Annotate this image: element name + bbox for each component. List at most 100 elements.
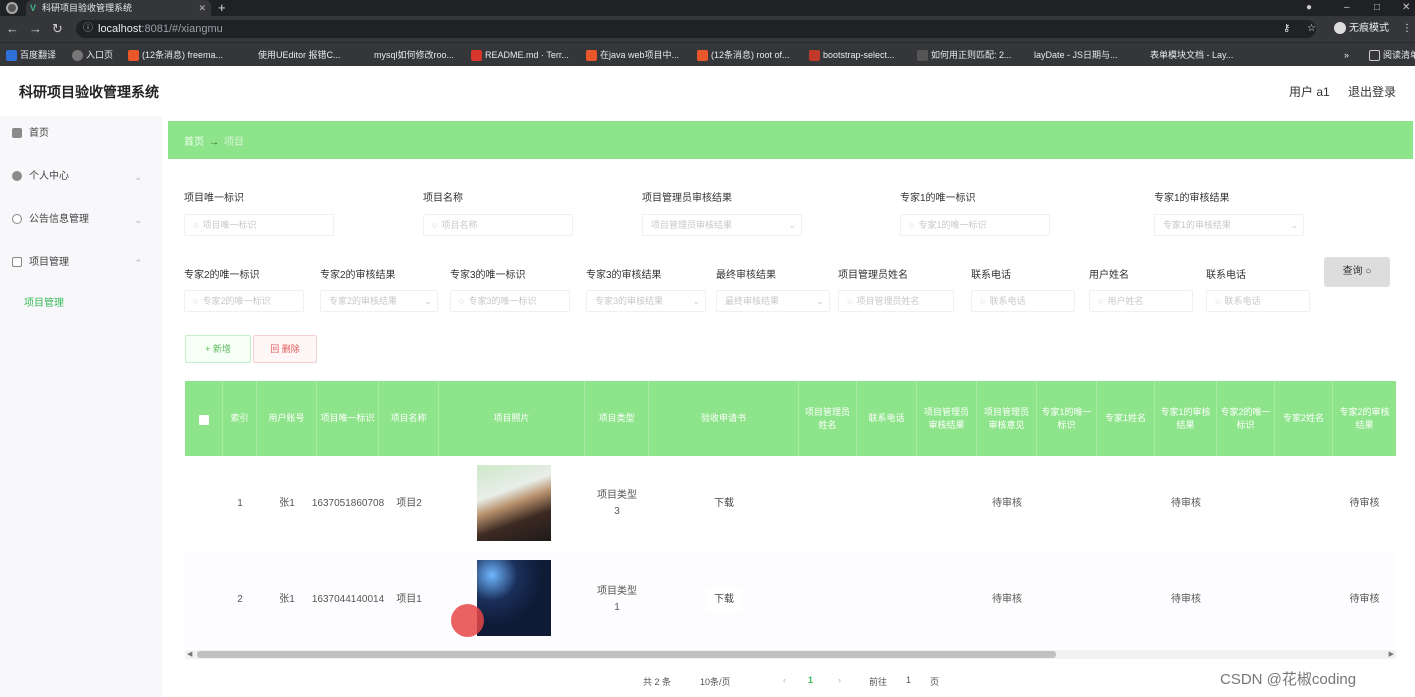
download-button[interactable]: 下载 (706, 588, 742, 612)
menu-icon[interactable]: ⋮ (1402, 20, 1412, 38)
reading-list-label: 阅读清单 (1383, 50, 1415, 60)
select-all-cell[interactable] (185, 381, 223, 456)
bookmark-item[interactable]: bootstrap-select... (809, 43, 895, 67)
column-header[interactable]: 验收申请书 (649, 381, 799, 456)
browser-profile-icon[interactable] (6, 2, 18, 14)
sidebar-item-project-management[interactable]: 项目管理 ⌃ (12, 253, 152, 273)
column-header[interactable]: 专家2的审核结果 (1333, 381, 1396, 456)
bookmark-item[interactable]: layDate - JS日期与... (1034, 43, 1118, 67)
incognito-indicator[interactable]: 无痕模式 (1334, 20, 1389, 38)
page-size-select[interactable]: 10条/页 (700, 675, 731, 688)
column-header[interactable]: 联系电话 (857, 381, 917, 456)
chevron-down-icon: ⌄ (134, 172, 142, 182)
filter-select-expert1-result[interactable]: 专家1的审核结果 ⌄ (1154, 214, 1304, 236)
tab-close-icon[interactable]: ✕ (198, 0, 206, 16)
column-header[interactable]: 项目管理员姓名 (799, 381, 857, 456)
logout-button[interactable]: 退出登录 (1348, 83, 1396, 100)
table-row[interactable]: 1 张1 1637051860708 项目2 项目类型3 下载 待审核 待审核 … (185, 456, 1396, 552)
column-header[interactable]: 项目名称 (379, 381, 439, 456)
filter-select-expert2-result[interactable]: 专家2的审核结果 ⌄ (320, 290, 438, 312)
filter-label: 项目管理员姓名 (838, 270, 908, 281)
filter-input-expert2-id[interactable]: ○ 专家2的唯一标识 (184, 290, 304, 312)
column-header[interactable]: 专家2姓名 (1275, 381, 1333, 456)
filter-input-admin-phone[interactable]: ○ 联系电话 (971, 290, 1075, 312)
filter-input-expert1-id[interactable]: ○ 专家1的唯一标识 (900, 214, 1050, 236)
profile-icon[interactable]: ● (1306, 0, 1312, 16)
bookmarks-bar: 百度翻译 入口页 (12条消息) freema... 使用UEditor 报错C… (0, 42, 1415, 66)
chevron-down-icon: ⌄ (788, 220, 796, 230)
table-horizontal-scrollbar[interactable]: ◀ ▶ (185, 650, 1396, 659)
input-prefix-icon: ○ (459, 296, 465, 306)
bookmark-item[interactable]: 入口页 (72, 43, 113, 67)
new-tab-icon[interactable]: + (218, 0, 226, 16)
bookmark-item[interactable]: (12条消息) freema... (128, 43, 223, 67)
filter-input-user-phone[interactable]: ○ 联系电话 (1206, 290, 1310, 312)
filter-input-user-name[interactable]: ○ 用户姓名 (1089, 290, 1193, 312)
reading-list-item[interactable]: 阅读清单 (1369, 43, 1415, 67)
query-button[interactable]: 查询 ○ (1324, 257, 1390, 287)
sidebar-subitem-project-management[interactable]: 项目管理 (24, 294, 64, 309)
column-header[interactable]: 项目管理员审核结果 (917, 381, 977, 456)
bookmark-item[interactable]: 如何用正则匹配: 2... (917, 43, 1012, 67)
window-close-icon[interactable]: ✕ (1402, 0, 1410, 16)
next-page-icon[interactable]: › (838, 675, 841, 685)
column-header[interactable]: 项目唯一标识 (317, 381, 379, 456)
scroll-right-icon[interactable]: ▶ (1389, 650, 1394, 659)
filter-input-admin-name[interactable]: ○ 项目管理员姓名 (838, 290, 954, 312)
column-header[interactable]: 专家1的审核结果 (1155, 381, 1217, 456)
app-title: 科研项目验收管理系统 (19, 84, 159, 100)
prev-page-icon[interactable]: ‹ (783, 675, 786, 685)
back-icon[interactable]: ← (6, 20, 19, 38)
bookmark-item[interactable]: (12条消息) root of... (697, 43, 790, 67)
scroll-left-icon[interactable]: ◀ (187, 650, 192, 659)
more-bookmarks-icon[interactable]: » (1344, 43, 1349, 67)
delete-button[interactable]: 回 删除 (253, 335, 317, 363)
minimize-icon[interactable]: – (1344, 0, 1350, 16)
project-photo[interactable] (477, 560, 551, 636)
column-header[interactable]: 项目管理员审核意见 (977, 381, 1037, 456)
column-header[interactable]: 专家1的唯一标识 (1037, 381, 1097, 456)
filter-select-admin-result[interactable]: 项目管理员审核结果 ⌄ (642, 214, 802, 236)
bookmark-item[interactable]: 表单模块文档 - Lay... (1150, 43, 1233, 67)
column-header[interactable]: 专家2的唯一标识 (1217, 381, 1275, 456)
bookmark-item[interactable]: README.md · Terr... (471, 43, 569, 67)
filter-input-project-id[interactable]: ○ 项目唯一标识 (184, 214, 334, 236)
sidebar-item-personal-center[interactable]: 个人中心 ⌄ (12, 167, 152, 187)
bookmark-item[interactable]: 使用UEditor 报错C... (258, 43, 341, 67)
table-row[interactable]: 2 张1 1637044140014 项目1 项目类型1 下载 待审核 待审核 … (185, 552, 1396, 648)
column-header[interactable]: 专家1姓名 (1097, 381, 1155, 456)
forward-icon[interactable]: → (29, 20, 42, 38)
sidebar-item-home[interactable]: 首页 (12, 124, 152, 144)
sidebar-item-notice-management[interactable]: 公告信息管理 ⌄ (12, 210, 152, 230)
maximize-icon[interactable]: □ (1374, 0, 1380, 16)
bookmark-star-icon[interactable]: ☆ (1307, 20, 1316, 38)
column-header[interactable]: 索引 (223, 381, 257, 456)
add-button[interactable]: + 新增 (185, 335, 251, 363)
bookmark-label: mysql如何修改roo... (374, 50, 455, 60)
filter-input-expert3-id[interactable]: ○ 专家3的唯一标识 (450, 290, 570, 312)
column-header[interactable]: 项目照片 (439, 381, 585, 456)
bookmark-item[interactable]: 百度翻译 (6, 43, 56, 67)
scrollbar-thumb[interactable] (197, 651, 1056, 658)
select-all-checkbox[interactable] (199, 415, 209, 425)
bookmark-icon (586, 50, 597, 62)
bookmark-item[interactable]: 在java web项目中... (586, 43, 679, 67)
key-icon[interactable]: ⚷ (1283, 20, 1290, 38)
filter-select-final-result[interactable]: 最终审核结果 ⌄ (716, 290, 830, 312)
column-header[interactable]: 项目类型 (585, 381, 649, 456)
download-button[interactable]: 下载 (706, 492, 742, 516)
goto-page-input[interactable]: 1 (906, 675, 911, 685)
project-photo[interactable] (477, 465, 551, 541)
site-info-icon[interactable]: ⓘ (83, 20, 93, 38)
filter-select-expert3-result[interactable]: 专家3的审核结果 ⌄ (586, 290, 706, 312)
edit-icon (12, 257, 22, 268)
breadcrumb-home[interactable]: 首页 (184, 137, 204, 148)
browser-tab[interactable]: V 科研项目验收管理系统 ✕ (26, 0, 211, 16)
filter-label: 项目名称 (423, 193, 463, 204)
bookmark-item[interactable]: mysql如何修改roo... (374, 43, 454, 67)
filter-input-project-name[interactable]: ○ 项目名称 (423, 214, 573, 236)
column-header[interactable]: 用户账号 (257, 381, 317, 456)
reload-icon[interactable]: ↻ (52, 20, 63, 38)
url-input[interactable]: ⓘ localhost:8081/#/xiangmu (76, 20, 1316, 38)
page-number-current[interactable]: 1 (808, 675, 813, 685)
